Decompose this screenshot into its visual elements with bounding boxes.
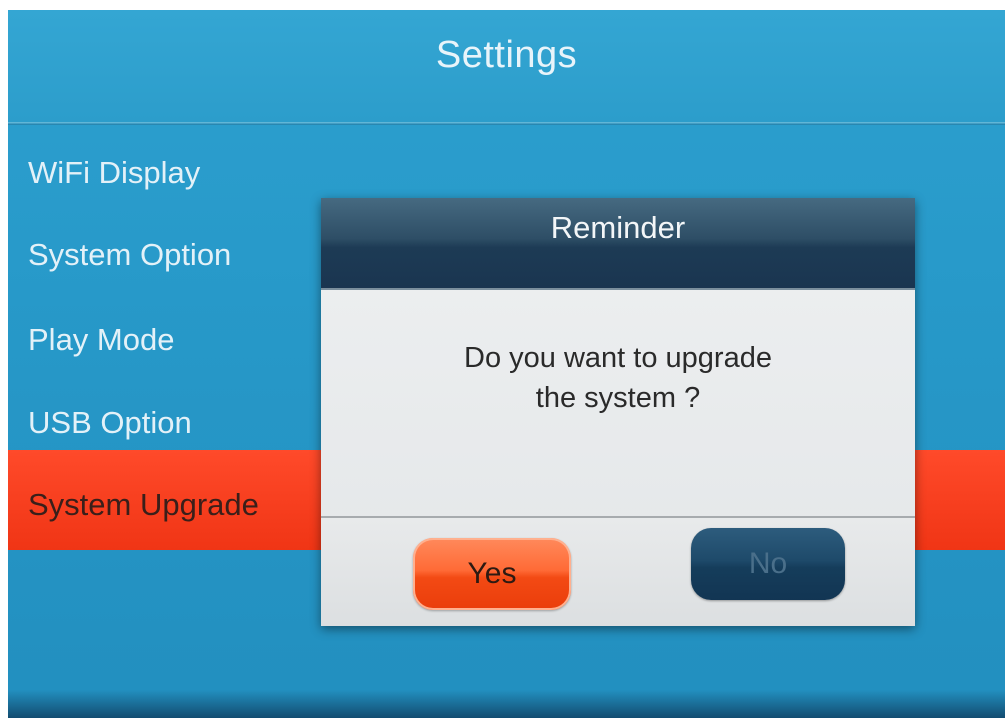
dialog-footer-divider [321, 516, 915, 518]
menu-item-system-option[interactable]: System Option [28, 237, 231, 273]
menu-item-system-upgrade[interactable]: System Upgrade [28, 487, 259, 523]
reminder-dialog: Reminder Do you want to upgrade the syst… [321, 198, 915, 626]
dialog-message-line-2: the system ? [535, 382, 701, 414]
header-divider [8, 122, 1005, 125]
dialog-message-line-1: Do you want to upgrade [464, 342, 772, 374]
dialog-title: Reminder [550, 210, 686, 245]
menu-item-usb-option[interactable]: USB Option [28, 405, 192, 441]
page-title: Settings [435, 34, 578, 76]
screen-bottom-shade [8, 690, 1005, 718]
yes-button[interactable]: Yes [413, 538, 571, 610]
dialog-title-bar: Reminder [321, 198, 915, 290]
menu-item-wifi-display[interactable]: WiFi Display [28, 155, 200, 191]
settings-screen: Settings WiFi Display System Option Play… [8, 10, 1005, 718]
menu-item-play-mode[interactable]: Play Mode [28, 322, 174, 358]
dialog-message: Do you want to upgrade the system ? [321, 338, 915, 418]
header-bar: Settings [8, 10, 1005, 122]
no-button[interactable]: No [691, 528, 845, 600]
